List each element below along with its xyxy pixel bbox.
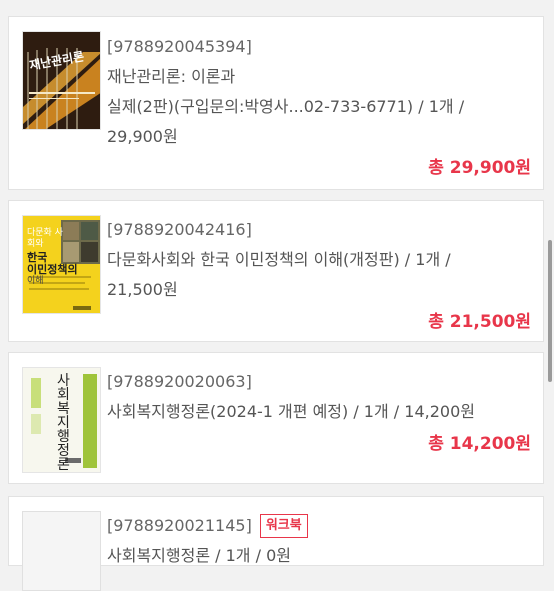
workbook-badge: 워크북 [259, 514, 308, 538]
cart-item: [9788920021145] 워크북 사회복지행정론 / 1개 / 0원 [8, 496, 544, 591]
book-cover-thumbnail[interactable]: 재난관리론 [22, 31, 101, 130]
isbn: [9788920042416] [107, 220, 252, 239]
item-info: [9788920020063] 사회복지행정론(2024-1 개편 예정) / … [107, 367, 531, 427]
book-cover-image [23, 32, 100, 129]
item-description[interactable]: 사회복지행정론 / 1개 / 0원 [107, 541, 531, 571]
scrollbar[interactable] [548, 240, 552, 382]
book-cover-thumbnail[interactable]: 다문화 사회와 한국 이민정책의 이해 [22, 215, 101, 314]
item-description[interactable]: 재난관리론: 이론과 [107, 62, 531, 92]
item-info: [9788920021145] 워크북 사회복지행정론 / 1개 / 0원 [107, 511, 531, 571]
cart-item: 재난관리론 [9788920045394] 재난관리론: 이론과 실제(2판)(… [8, 16, 544, 190]
book-cover-thumbnail[interactable]: 사회복지행정론 [22, 367, 101, 473]
cover-title: 이해 [27, 276, 44, 286]
cart-item: 사회복지행정론 [9788920020063] 사회복지행정론(2024-1 개… [8, 352, 544, 484]
cover-title: 이민정책의 [27, 263, 78, 276]
book-cover-thumbnail[interactable] [22, 511, 101, 591]
item-total: 총 21,500원 [428, 312, 531, 332]
item-total: 총 14,200원 [428, 434, 531, 454]
item-description[interactable]: 다문화사회와 한국 이민정책의 이해(개정판) / 1개 / [107, 245, 531, 275]
item-info: [9788920042416] 다문화사회와 한국 이민정책의 이해(개정판) … [107, 215, 531, 305]
isbn: [9788920020063] [107, 372, 252, 391]
item-price: 21,500원 [107, 280, 178, 299]
isbn: [9788920021145] [107, 516, 252, 535]
item-total: 총 29,900원 [428, 158, 531, 178]
cover-title: 사회복지행정론 [57, 373, 70, 473]
item-info: [9788920045394] 재난관리론: 이론과 실제(2판)(구입문의:박… [107, 32, 531, 152]
item-description[interactable]: 실제(2판)(구입문의:박영사...02-733-6771) / 1개 / [107, 92, 531, 122]
cover-top-text: 다문화 사회와 [27, 228, 63, 249]
item-description[interactable]: 사회복지행정론(2024-1 개편 예정) / 1개 / 14,200원 [107, 397, 531, 427]
isbn: [9788920045394] [107, 37, 252, 56]
cart-item: 다문화 사회와 한국 이민정책의 이해 [9788920042416] 다문화사… [8, 200, 544, 342]
item-price: 29,900원 [107, 127, 178, 146]
